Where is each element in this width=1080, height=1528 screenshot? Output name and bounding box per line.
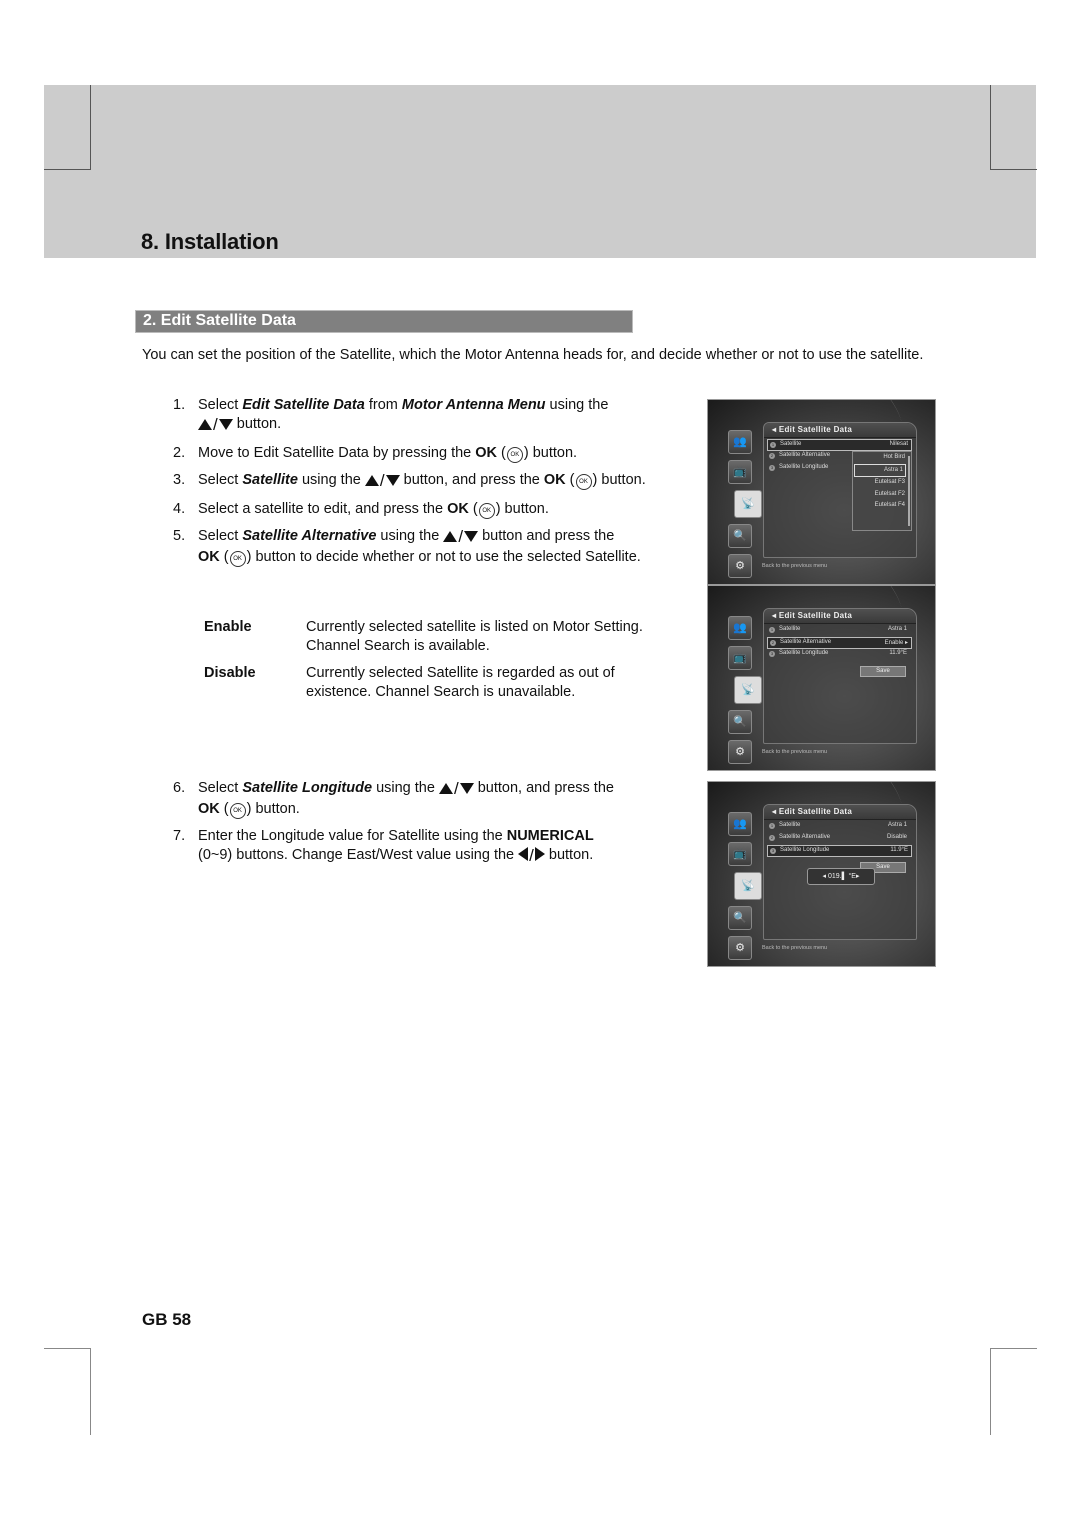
step-1: 1. Select Edit Satellite Data from Motor… bbox=[173, 397, 609, 436]
ok-button-icon: OK bbox=[575, 474, 592, 490]
steps-list-1: 1. Select Edit Satellite Data from Motor… bbox=[173, 396, 683, 575]
tools-icon: ⚙ bbox=[728, 554, 752, 578]
step-3: 3. Select Satellite using the / button, … bbox=[173, 471, 646, 492]
tv-footer: Back to the previous menu bbox=[762, 945, 828, 951]
tv-row-alternative: 2 Satellite Alternative Enable ▸ bbox=[767, 637, 912, 649]
satellite-dish-icon: 📡 bbox=[734, 676, 762, 704]
ok-button-icon: OK bbox=[229, 803, 246, 819]
tv-row-longitude: 3 Satellite Longitude 11.9°E bbox=[769, 650, 907, 657]
up-down-arrow-icon: / bbox=[198, 415, 233, 436]
tv-menu-title: ◂ Edit Satellite Data bbox=[772, 807, 853, 816]
tv-files-icon: 📺 bbox=[728, 460, 752, 484]
users-icon: 👥 bbox=[728, 812, 752, 836]
tv-row-satellite: 1 Satellite Nilesat bbox=[767, 439, 912, 451]
crop-mark-top-right bbox=[990, 85, 1037, 170]
steps-list-2: 6. Select Satellite Longitude using the … bbox=[173, 779, 683, 875]
definition-enable: Enable Currently selected satellite is l… bbox=[204, 619, 643, 654]
step-2: 2. Move to Edit Satellite Data by pressi… bbox=[173, 445, 578, 463]
up-down-arrow-icon: / bbox=[438, 779, 474, 800]
intro-paragraph: You can set the position of the Satellit… bbox=[142, 347, 924, 363]
section-title: 2. Edit Satellite Data bbox=[143, 312, 296, 329]
tv-files-icon: 📺 bbox=[728, 646, 752, 670]
crop-mark-top-left bbox=[44, 85, 91, 170]
definitions-list: Enable Currently selected satellite is l… bbox=[204, 618, 674, 710]
tv-satellite-dropdown: Hot Bird Astra 1 Eutelsat F3 Eutelsat F2… bbox=[852, 451, 912, 531]
satellite-dish-icon: 📡 bbox=[734, 490, 762, 518]
up-down-arrow-icon: / bbox=[443, 527, 479, 548]
tv-menu-panel: ◂ Edit Satellite Data 1 Satellite Astra 1 … bbox=[763, 608, 917, 744]
tv-footer: Back to the previous menu bbox=[762, 563, 828, 569]
ok-button-icon: OK bbox=[478, 503, 495, 519]
step-6: 6. Select Satellite Longitude using the … bbox=[173, 779, 614, 819]
left-right-arrow-icon: / bbox=[518, 846, 545, 867]
search-key-icon: 🔍 bbox=[728, 710, 752, 734]
satellite-dish-icon: 📡 bbox=[734, 872, 762, 900]
crop-mark-bottom-right bbox=[990, 1348, 1037, 1435]
tv-screenshot-2: 👥 📺 📡 🔍 ⚙ ◂ Edit Satellite Data 1 Satelli… bbox=[707, 585, 936, 771]
step-5: 5. Select Satellite Alternative using th… bbox=[173, 527, 641, 567]
tv-save-button: Save bbox=[860, 666, 906, 677]
tv-menu-title: ◂ Edit Satellite Data bbox=[772, 425, 853, 434]
tv-row-satellite: 1 Satellite Astra 1 bbox=[769, 626, 907, 633]
tv-files-icon: 📺 bbox=[728, 842, 752, 866]
tv-menu-panel: ◂ Edit Satellite Data 1 Satellite Nilesat … bbox=[763, 422, 917, 558]
tv-sidebar: 👥 📺 📡 🔍 ⚙ bbox=[728, 616, 762, 770]
tv-row-longitude: 3 Satellite Longitude 11.9°E bbox=[767, 845, 912, 857]
tv-screenshot-3: 👥 📺 📡 🔍 ⚙ ◂ Edit Satellite Data 1 Satelli… bbox=[707, 781, 936, 967]
up-down-arrow-icon: / bbox=[364, 471, 400, 492]
ok-button-icon: OK bbox=[229, 551, 246, 567]
tv-screenshot-1: 👥 📺 📡 🔍 ⚙ ◂ Edit Satellite Data 1 Satelli… bbox=[707, 399, 936, 585]
step-4: 4. Select a satellite to edit, and press… bbox=[173, 501, 549, 519]
section-header: 2. Edit Satellite Data bbox=[135, 310, 633, 333]
tv-sidebar: 👥 📺 📡 🔍 ⚙ bbox=[728, 430, 762, 584]
tv-row-alternative: 2 Satellite Alternative Disable bbox=[769, 834, 907, 841]
ok-button-icon: OK bbox=[506, 447, 523, 463]
chapter-title: 8. Installation bbox=[141, 229, 279, 254]
tools-icon: ⚙ bbox=[728, 740, 752, 764]
search-key-icon: 🔍 bbox=[728, 906, 752, 930]
tv-sidebar: 👥 📺 📡 🔍 ⚙ bbox=[728, 812, 762, 966]
tools-icon: ⚙ bbox=[728, 936, 752, 960]
tv-menu-title: ◂ Edit Satellite Data bbox=[772, 611, 853, 620]
page-number: GB 58 bbox=[142, 1310, 192, 1329]
tv-longitude-input: ◂ 019.▌ °E▸ bbox=[807, 868, 875, 885]
crop-mark-bottom-left bbox=[44, 1348, 91, 1435]
tv-footer: Back to the previous menu bbox=[762, 749, 828, 755]
step-7: 7. Enter the Longitude value for Satelli… bbox=[173, 828, 594, 867]
tv-row-satellite: 1 Satellite Astra 1 bbox=[769, 822, 907, 829]
users-icon: 👥 bbox=[728, 430, 752, 454]
definition-disable: Disable Currently selected Satellite is … bbox=[204, 665, 615, 700]
users-icon: 👥 bbox=[728, 616, 752, 640]
search-key-icon: 🔍 bbox=[728, 524, 752, 548]
tv-menu-panel: ◂ Edit Satellite Data 1 Satellite Astra 1 … bbox=[763, 804, 917, 940]
